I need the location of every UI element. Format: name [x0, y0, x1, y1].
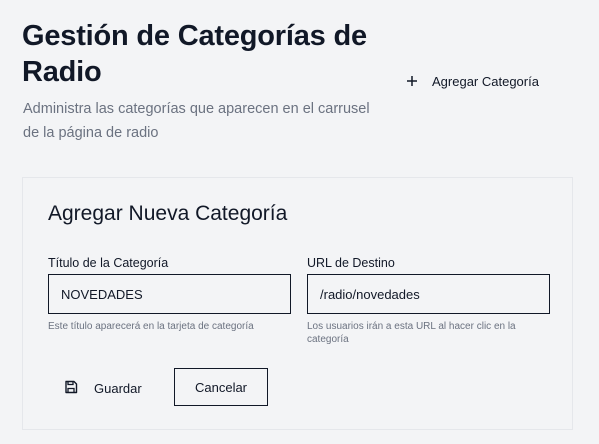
category-title-input[interactable]: [48, 274, 291, 314]
cancel-button[interactable]: Cancelar: [174, 368, 268, 406]
plus-icon: [406, 75, 418, 87]
add-category-form: Agregar Nueva Categoría Título de la Cat…: [22, 177, 573, 430]
destination-url-help: Los usuarios irán a esta URL al hacer cl…: [307, 321, 516, 345]
category-title-label: Título de la Categoría: [48, 256, 169, 270]
add-category-label: Agregar Categoría: [432, 73, 539, 89]
page-title: Gestión de Categorías de Radio: [22, 20, 367, 88]
save-button[interactable]: Guardar: [60, 373, 146, 403]
save-label: Guardar: [94, 380, 142, 396]
destination-url-label: URL de Destino: [307, 256, 395, 270]
page-description: Administra las categorías que aparecen e…: [23, 101, 370, 141]
category-title-help: Este título aparecerá en la tarjeta de c…: [48, 321, 254, 332]
destination-url-input[interactable]: [307, 274, 550, 314]
add-category-button[interactable]: Agregar Categoría: [398, 66, 547, 96]
save-icon: [64, 380, 78, 397]
form-title: Agregar Nueva Categoría: [48, 202, 288, 225]
